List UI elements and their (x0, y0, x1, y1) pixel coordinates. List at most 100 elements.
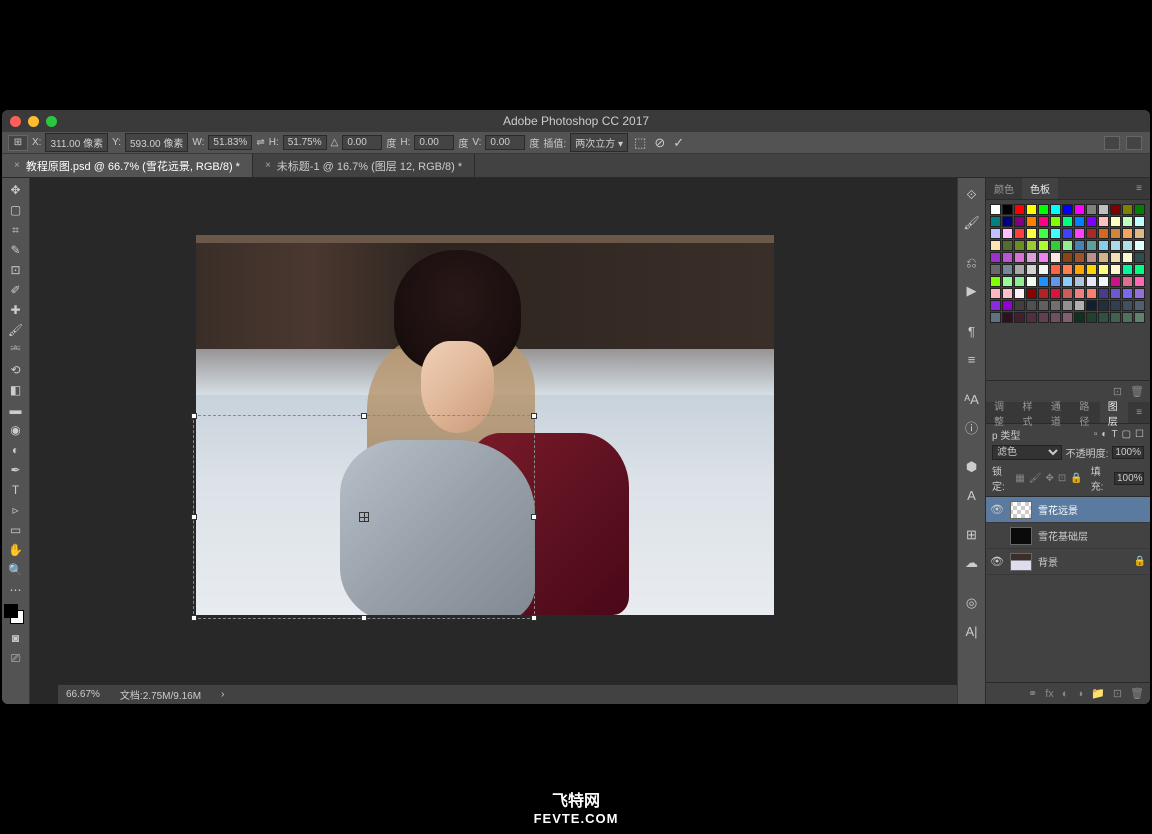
lock-all-icon[interactable]: 🔒 (1070, 473, 1082, 484)
swatch[interactable] (1110, 300, 1121, 311)
swatch[interactable] (1026, 300, 1037, 311)
swatch[interactable] (1038, 300, 1049, 311)
swatch[interactable] (1098, 276, 1109, 287)
mask-icon[interactable]: ◐ (1062, 688, 1069, 700)
panel-menu-icon[interactable]: ≡ (1128, 178, 1150, 199)
swatch[interactable] (990, 240, 1001, 251)
new-swatch-icon[interactable]: ⊡ (1113, 385, 1122, 398)
navigator-panel-icon[interactable]: ⊞ (960, 522, 984, 548)
tab-adjustments[interactable]: 调整 (986, 402, 1014, 423)
swatch[interactable] (1002, 216, 1013, 227)
swatch[interactable] (1062, 240, 1073, 251)
eraser-tool[interactable]: ◧ (4, 380, 28, 400)
opacity-input[interactable]: 100% (1112, 446, 1144, 459)
swatch[interactable] (1002, 276, 1013, 287)
history-brush-tool[interactable]: ⟲ (4, 360, 28, 380)
tab-swatches[interactable]: 色板 (1022, 178, 1058, 199)
swatch[interactable] (1038, 288, 1049, 299)
swatch[interactable] (990, 264, 1001, 275)
swatch[interactable] (1122, 276, 1133, 287)
filter-smart-icon[interactable]: ☐ (1135, 429, 1144, 440)
filter-type-icon[interactable]: T (1111, 429, 1117, 440)
healing-tool[interactable]: ✚ (4, 300, 28, 320)
warp-icon[interactable]: ⬚ (632, 135, 648, 151)
fx-icon[interactable]: fx (1045, 688, 1054, 700)
screenmode-icon[interactable]: ⎚ (4, 648, 28, 668)
swatch[interactable] (1002, 252, 1013, 263)
type-panel-icon[interactable]: A| (960, 618, 984, 644)
cc-panel-icon[interactable]: ◎ (960, 590, 984, 616)
history-panel-icon[interactable]: ⟐ (960, 182, 984, 208)
quickmask-icon[interactable]: ◙ (4, 628, 28, 648)
eyedropper-tool[interactable]: ✐ (4, 280, 28, 300)
swatch[interactable] (1122, 312, 1133, 323)
group-icon[interactable]: 📁 (1091, 687, 1105, 700)
swatch[interactable] (1110, 252, 1121, 263)
swatch[interactable] (1050, 240, 1061, 251)
layer-row[interactable]: 👁 背景 🔒 (986, 549, 1150, 575)
swatch[interactable] (1074, 312, 1085, 323)
swatch[interactable] (1050, 276, 1061, 287)
swatch[interactable] (1014, 300, 1025, 311)
tab-document-2[interactable]: × 未标题-1 @ 16.7% (图层 12, RGB/8) * (253, 154, 475, 177)
delete-layer-icon[interactable]: 🗑 (1130, 687, 1144, 700)
swatch[interactable] (1110, 228, 1121, 239)
swatch[interactable] (1074, 276, 1085, 287)
swatch[interactable] (1062, 216, 1073, 227)
lock-pixels-icon[interactable]: 🖌 (1029, 473, 1042, 484)
glyph2-panel-icon[interactable]: A (960, 482, 984, 508)
swatch[interactable] (1134, 216, 1145, 227)
crop-tool[interactable]: ⊡ (4, 260, 28, 280)
clone-panel-icon[interactable]: ⎌ (960, 250, 984, 276)
swatch[interactable] (1134, 228, 1145, 239)
swatch[interactable] (1014, 252, 1025, 263)
color-swatch[interactable] (4, 604, 28, 628)
swatch[interactable] (1122, 216, 1133, 227)
filter-pixel-icon[interactable]: ▫ (1094, 429, 1098, 440)
shape-tool[interactable]: ▭ (4, 520, 28, 540)
swatch[interactable] (1002, 264, 1013, 275)
tab-close-icon[interactable]: × (14, 160, 20, 171)
minimize-icon[interactable] (28, 116, 39, 127)
swatch[interactable] (1098, 300, 1109, 311)
swatch[interactable] (1098, 252, 1109, 263)
layer-thumb[interactable] (1010, 501, 1032, 519)
tab-styles[interactable]: 样式 (1014, 402, 1042, 423)
swatch[interactable] (1014, 216, 1025, 227)
dodge-tool[interactable]: ◐ (4, 440, 28, 460)
swatch[interactable] (1122, 288, 1133, 299)
swatch[interactable] (1074, 288, 1085, 299)
swatch[interactable] (990, 216, 1001, 227)
swatch[interactable] (1110, 240, 1121, 251)
swatch[interactable] (1098, 288, 1109, 299)
swatch[interactable] (990, 312, 1001, 323)
swatch[interactable] (1026, 264, 1037, 275)
swatch[interactable] (1050, 228, 1061, 239)
swatch[interactable] (990, 252, 1001, 263)
layer-thumb[interactable] (1010, 527, 1032, 545)
swatch[interactable] (1098, 216, 1109, 227)
swatch[interactable] (1014, 264, 1025, 275)
tab-paths[interactable]: 路径 (1071, 402, 1099, 423)
status-chevron-icon[interactable]: › (221, 689, 224, 700)
y-input[interactable]: 593.00 像素 (125, 133, 188, 152)
swatch[interactable] (1002, 288, 1013, 299)
swatch[interactable] (1026, 216, 1037, 227)
zoom-level[interactable]: 66.67% (66, 689, 100, 700)
swatch[interactable] (1074, 204, 1085, 215)
swatch[interactable] (1086, 300, 1097, 311)
swatch[interactable] (1086, 276, 1097, 287)
swatch[interactable] (1134, 264, 1145, 275)
lock-transparent-icon[interactable]: ▦ (1015, 473, 1024, 484)
swatch[interactable] (1134, 288, 1145, 299)
swatch[interactable] (1134, 312, 1145, 323)
filter-shape-icon[interactable]: ▢ (1122, 429, 1131, 440)
swatch[interactable] (1038, 240, 1049, 251)
close-icon[interactable] (10, 116, 21, 127)
interpolation-select[interactable]: 两次立方 ▾ (570, 133, 628, 152)
tab-color[interactable]: 颜色 (986, 178, 1022, 199)
foreground-color[interactable] (4, 604, 18, 618)
swatch[interactable] (1038, 228, 1049, 239)
swatch[interactable] (1074, 264, 1085, 275)
swatch[interactable] (1062, 312, 1073, 323)
